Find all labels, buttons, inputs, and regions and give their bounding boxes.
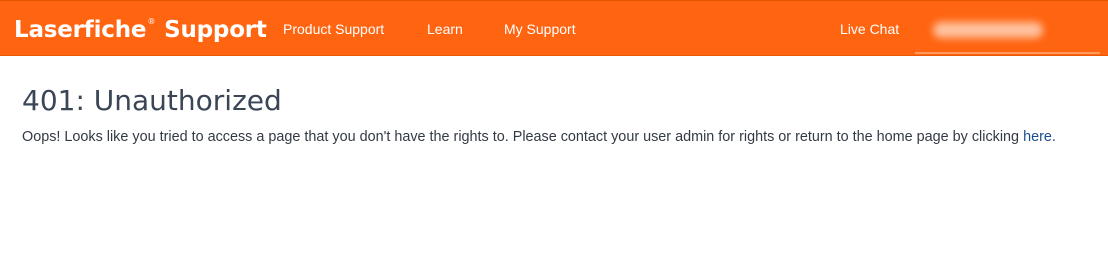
brand-suffix: Support <box>164 17 267 43</box>
error-message: Oops! Looks like you tried to access a p… <box>22 126 1062 149</box>
error-message-text: Oops! Looks like you tried to access a p… <box>22 129 1024 145</box>
user-account-menu[interactable] <box>915 1 1100 54</box>
top-navigation-bar: Laserfiche ® Support Product Support Lea… <box>0 0 1108 56</box>
brand-name: Laserfiche <box>14 17 147 43</box>
page-title: 401: Unauthorized <box>22 84 282 117</box>
nav-product-support[interactable]: Product Support <box>283 1 384 57</box>
site-logo[interactable]: Laserfiche ® Support <box>14 15 267 45</box>
nav-learn[interactable]: Learn <box>427 1 463 57</box>
redacted-user-name <box>933 22 1043 38</box>
nav-live-chat[interactable]: Live Chat <box>840 1 899 57</box>
registered-mark: ® <box>147 17 156 26</box>
home-link[interactable]: here <box>1023 129 1052 145</box>
nav-my-support[interactable]: My Support <box>504 1 576 57</box>
error-message-end: . <box>1051 129 1056 145</box>
main-content: 401: Unauthorized Oops! Looks like you t… <box>22 82 1082 149</box>
